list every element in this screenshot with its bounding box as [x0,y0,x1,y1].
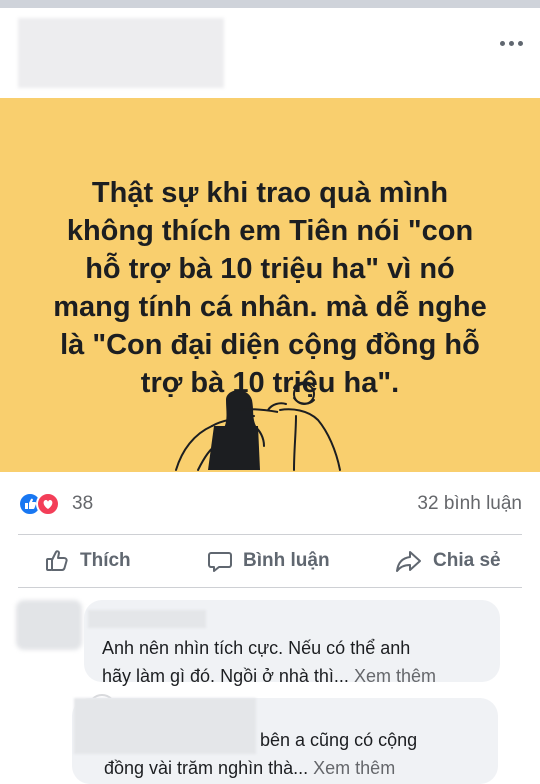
comment-label: Bình luận [243,550,330,571]
reaction-count[interactable]: 38 [72,492,93,516]
comment-text-line: hãy làm gì đó. Ngồi ở nhà thì... Xem thê… [102,662,436,690]
see-more-link[interactable]: Xem thêm [354,666,436,686]
top-strip [0,0,540,8]
see-more-link[interactable]: Xem thêm [313,758,395,778]
comment-bubble: bên a cũng có cộng đồng vài trăm nghìn t… [72,698,498,784]
speech-bubble-icon [208,552,232,572]
background-post: Thật sự khi trao quà mình không thích em… [0,98,540,472]
like-label: Thích [80,550,131,571]
share-arrow-icon [396,551,421,572]
thumbs-up-icon [46,550,68,571]
share-label: Chia sẻ [433,550,501,571]
share-button[interactable]: Chia sẻ [395,545,501,577]
more-options-icon[interactable] [498,36,524,50]
blurred-commenter-name [74,698,256,754]
like-button[interactable]: Thích [44,545,131,577]
comments-section: Anh nên nhìn tích cực. Nếu có thể anh hã… [0,588,540,784]
comment-text-line: Anh nên nhìn tích cực. Nếu có thể anh [102,638,411,658]
love-reaction-icon [36,492,60,516]
comment-button[interactable]: Bình luận [207,545,330,577]
comment-text: đồng vài trăm nghìn thà... [104,758,309,778]
blurred-author-info [18,18,224,88]
comment-text-line: bên a cũng có cộng [260,730,418,750]
reaction-icons[interactable] [18,492,66,516]
comment-count[interactable]: 32 bình luận [417,492,522,516]
two-people-illustration [175,381,341,471]
action-bar: Thích Bình luận Chia sẻ [0,535,540,587]
blurred-commenter-name [88,610,206,628]
comment-avatar[interactable] [16,600,82,650]
comment-text: hãy làm gì đó. Ngồi ở nhà thì... [102,666,349,686]
post-header [0,8,540,98]
reactions-bar: 38 32 bình luận [0,472,540,534]
comment-text-line: đồng vài trăm nghìn thà... Xem thêm [104,754,395,782]
comment-bubble: Anh nên nhìn tích cực. Nếu có thể anh hã… [84,600,500,686]
post-text: Thật sự khi trao quà mình không thích em… [53,177,487,399]
